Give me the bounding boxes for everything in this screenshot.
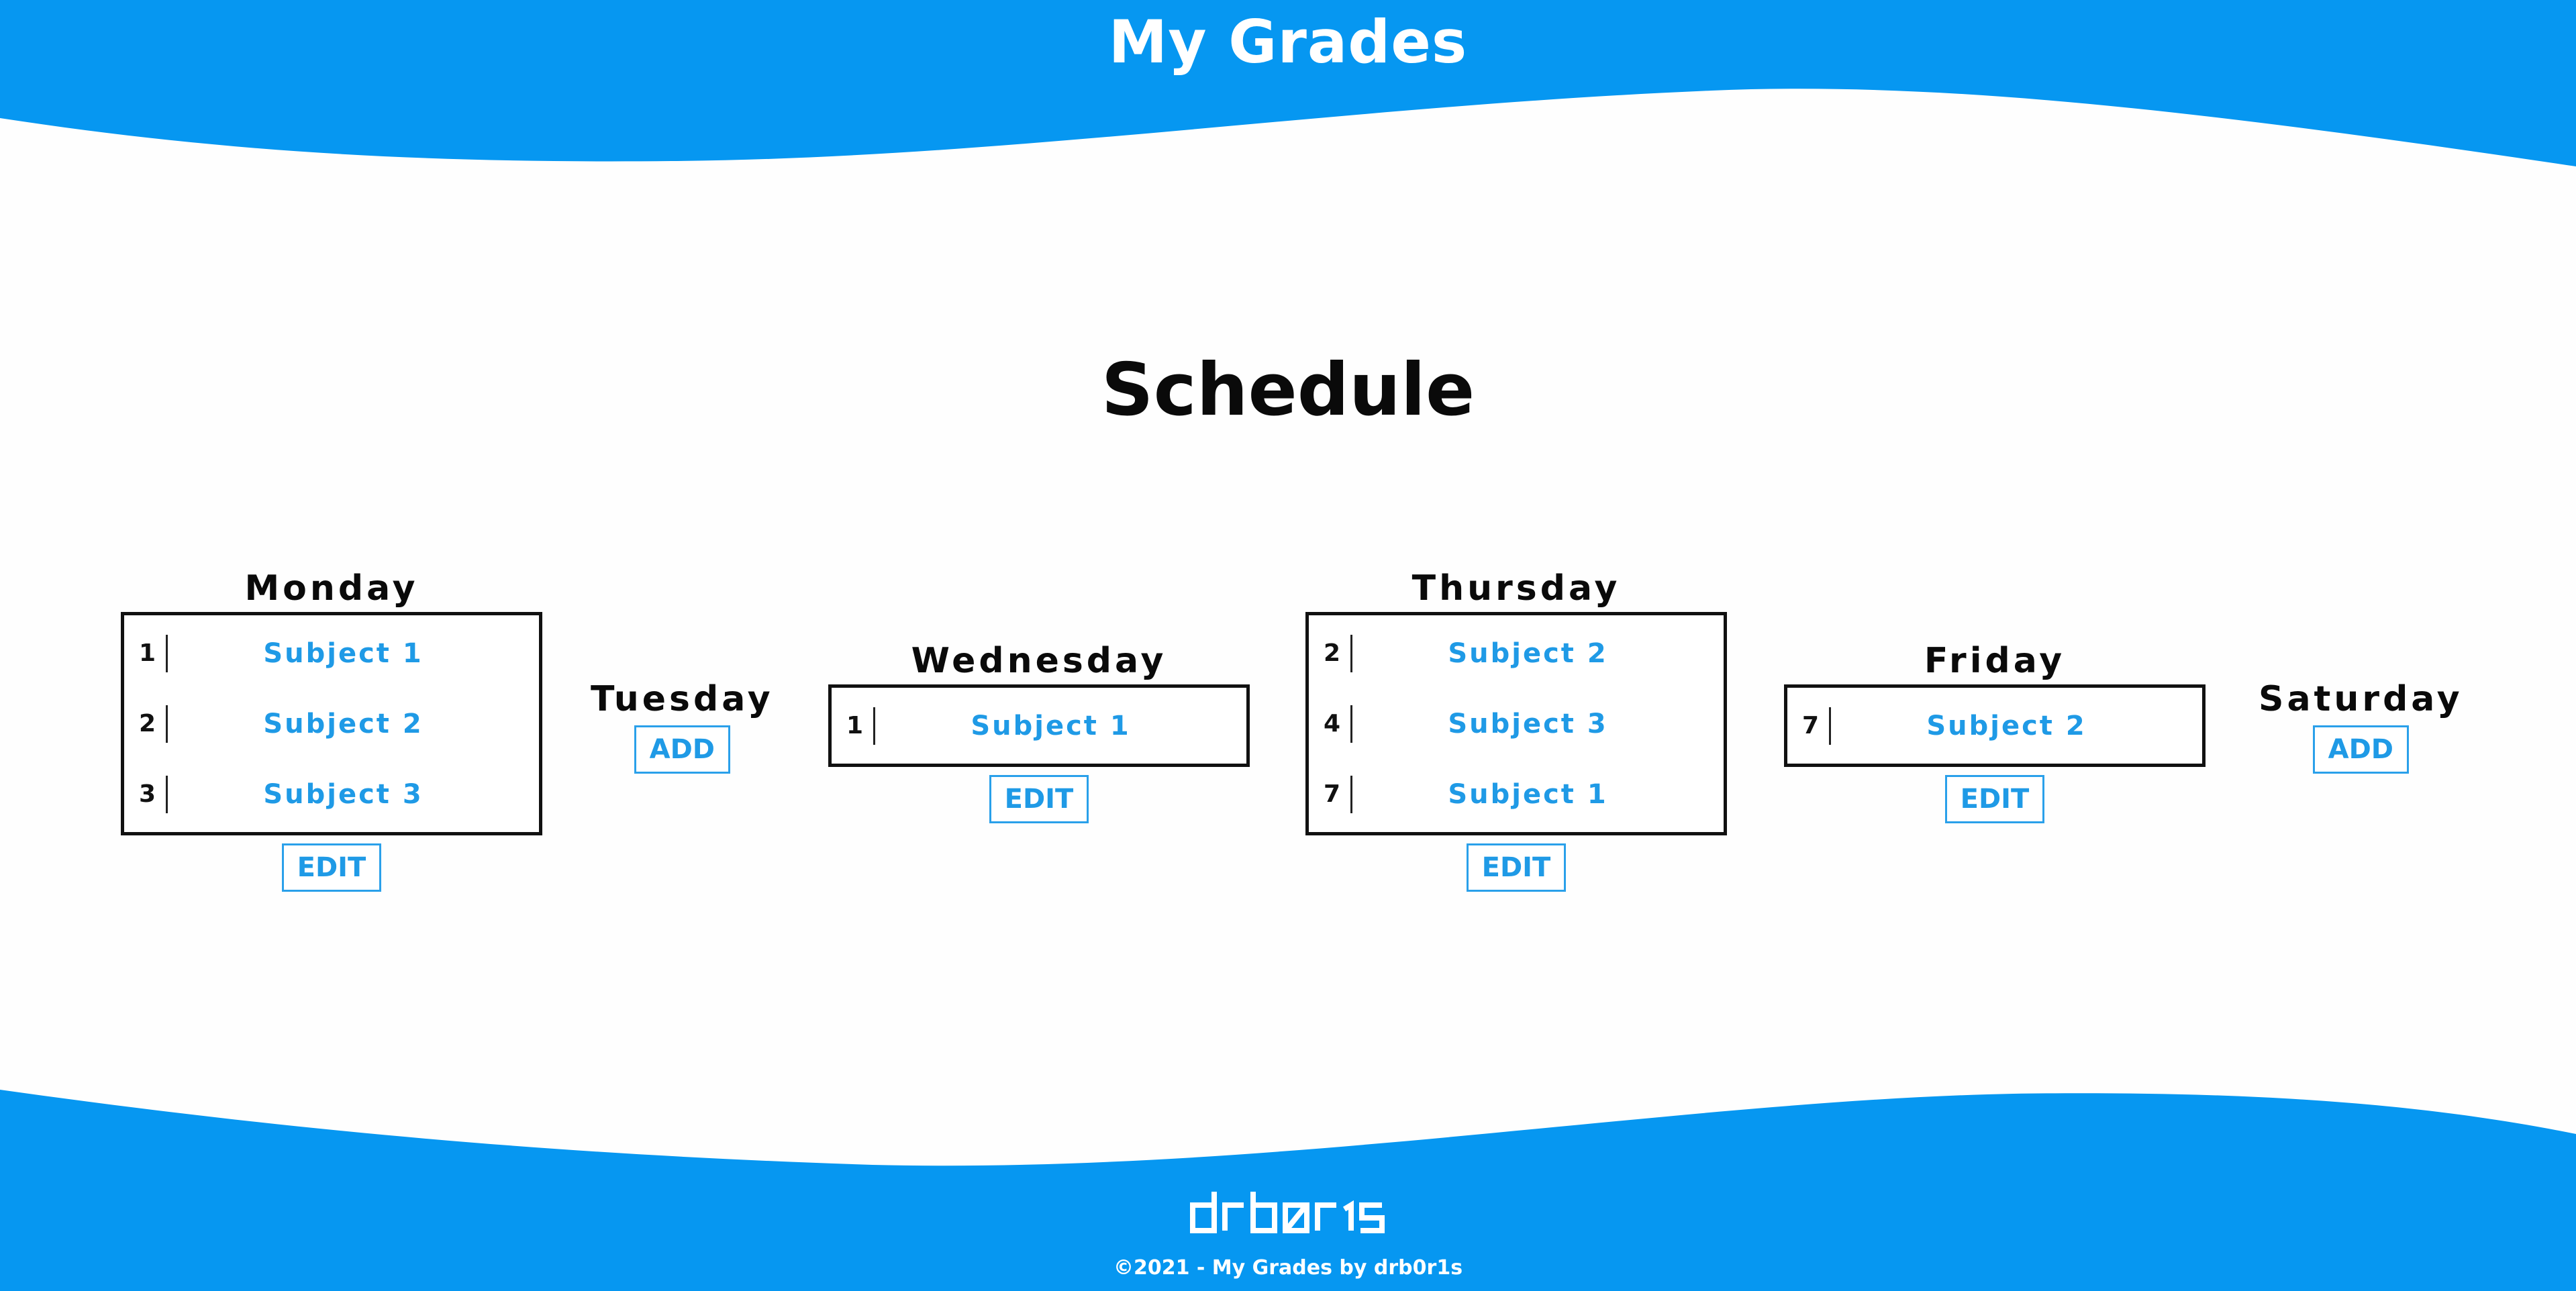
subject-link[interactable]: Subject 2	[1352, 638, 1724, 669]
subject-link[interactable]: Subject 3	[168, 779, 539, 810]
subject-link[interactable]: Subject 1	[168, 638, 539, 669]
day-friday: Friday 7 Subject 2 EDIT	[1784, 640, 2206, 823]
lesson-number: 3	[139, 780, 156, 808]
list-item: 1 Subject 1	[832, 690, 1246, 761]
day-name: Wednesday	[911, 641, 1167, 681]
footer-copyright: ©2021 - My Grades by drb0r1s	[1113, 1256, 1463, 1280]
page: My Grades Schedule Monday 1 Subject 1 2 …	[0, 0, 2576, 1291]
day-name: Friday	[1924, 641, 2066, 681]
footer-logo	[0, 1189, 2576, 1239]
day-thursday: Thursday 2 Subject 2 4 Subject 3 7 Subje…	[1305, 568, 1727, 892]
subject-link[interactable]: Subject 3	[1352, 709, 1724, 739]
lesson-number: 1	[846, 712, 864, 739]
list-item: 7 Subject 1	[1309, 759, 1724, 829]
add-button[interactable]: ADD	[634, 725, 730, 774]
day-wednesday: Wednesday 1 Subject 1 EDIT	[828, 640, 1250, 823]
list-item: 2 Subject 2	[1309, 618, 1724, 688]
app-title: My Grades	[1108, 7, 1468, 76]
lesson-list: 2 Subject 2 4 Subject 3 7 Subject 1	[1305, 612, 1727, 835]
lesson-list: 1 Subject 1	[828, 684, 1250, 767]
day-name: Saturday	[2259, 679, 2463, 719]
list-item: 7 Subject 2	[1787, 690, 2202, 761]
lesson-list: 1 Subject 1 2 Subject 2 3 Subject 3	[121, 612, 542, 835]
day-tuesday: Tuesday ADD	[591, 678, 774, 774]
subject-link[interactable]: Subject 2	[168, 709, 539, 739]
day-saturday: Saturday ADD	[2259, 678, 2463, 774]
day-monday: Monday 1 Subject 1 2 Subject 2 3 Subject…	[121, 568, 542, 892]
day-name: Tuesday	[591, 679, 774, 719]
drb0r1s-logo-icon	[1190, 1192, 1385, 1233]
list-item: 1 Subject 1	[124, 618, 539, 688]
list-item: 2 Subject 2	[124, 688, 539, 759]
day-name: Monday	[244, 568, 419, 609]
lesson-number: 1	[139, 639, 156, 667]
lesson-number: 2	[1324, 639, 1341, 667]
edit-button[interactable]: EDIT	[989, 775, 1089, 823]
edit-button[interactable]: EDIT	[1466, 843, 1567, 892]
subject-link[interactable]: Subject 1	[1352, 779, 1724, 810]
lesson-number: 7	[1802, 712, 1820, 739]
day-name: Thursday	[1411, 568, 1621, 609]
page-title: Schedule	[1101, 348, 1475, 432]
subject-link[interactable]: Subject 1	[875, 711, 1246, 741]
lesson-list: 7 Subject 2	[1784, 684, 2206, 767]
lesson-number: 7	[1324, 780, 1341, 808]
subject-link[interactable]: Subject 2	[1831, 711, 2202, 741]
edit-button[interactable]: EDIT	[1944, 775, 2045, 823]
lesson-number: 4	[1324, 710, 1341, 737]
add-button[interactable]: ADD	[2312, 725, 2410, 774]
lesson-number: 2	[139, 710, 156, 737]
list-item: 3 Subject 3	[124, 759, 539, 829]
list-item: 4 Subject 3	[1309, 688, 1724, 759]
edit-button[interactable]: EDIT	[281, 843, 382, 892]
